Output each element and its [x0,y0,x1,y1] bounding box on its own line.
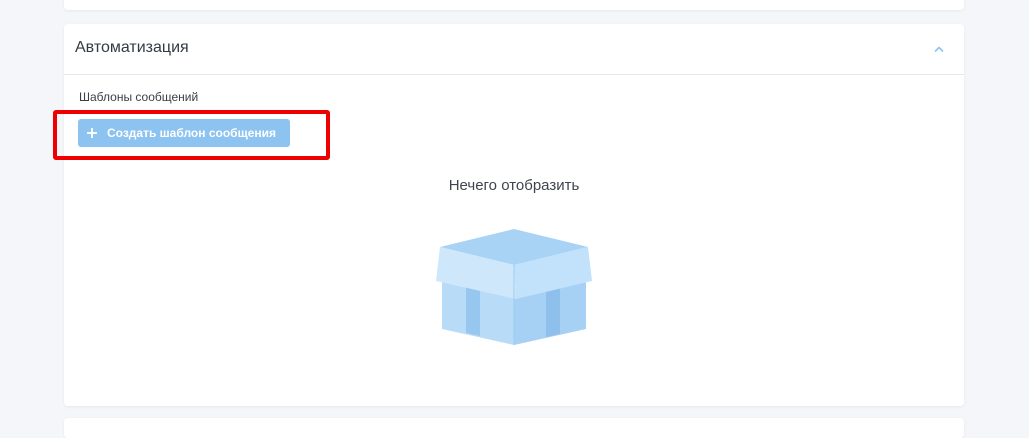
section-header[interactable]: Автоматизация [64,24,964,75]
chevron-up-icon[interactable] [932,42,946,56]
previous-section-card [64,0,964,10]
section-title: Автоматизация [75,39,189,56]
message-templates-label: Шаблоны сообщений [79,90,199,104]
automation-section-card: Автоматизация Шаблоны сообщений Создать … [64,24,964,406]
next-section-card [64,418,964,438]
empty-state-text: Нечего отобразить [448,177,580,194]
highlight-annotation [53,110,330,160]
empty-box-icon [436,229,592,345]
